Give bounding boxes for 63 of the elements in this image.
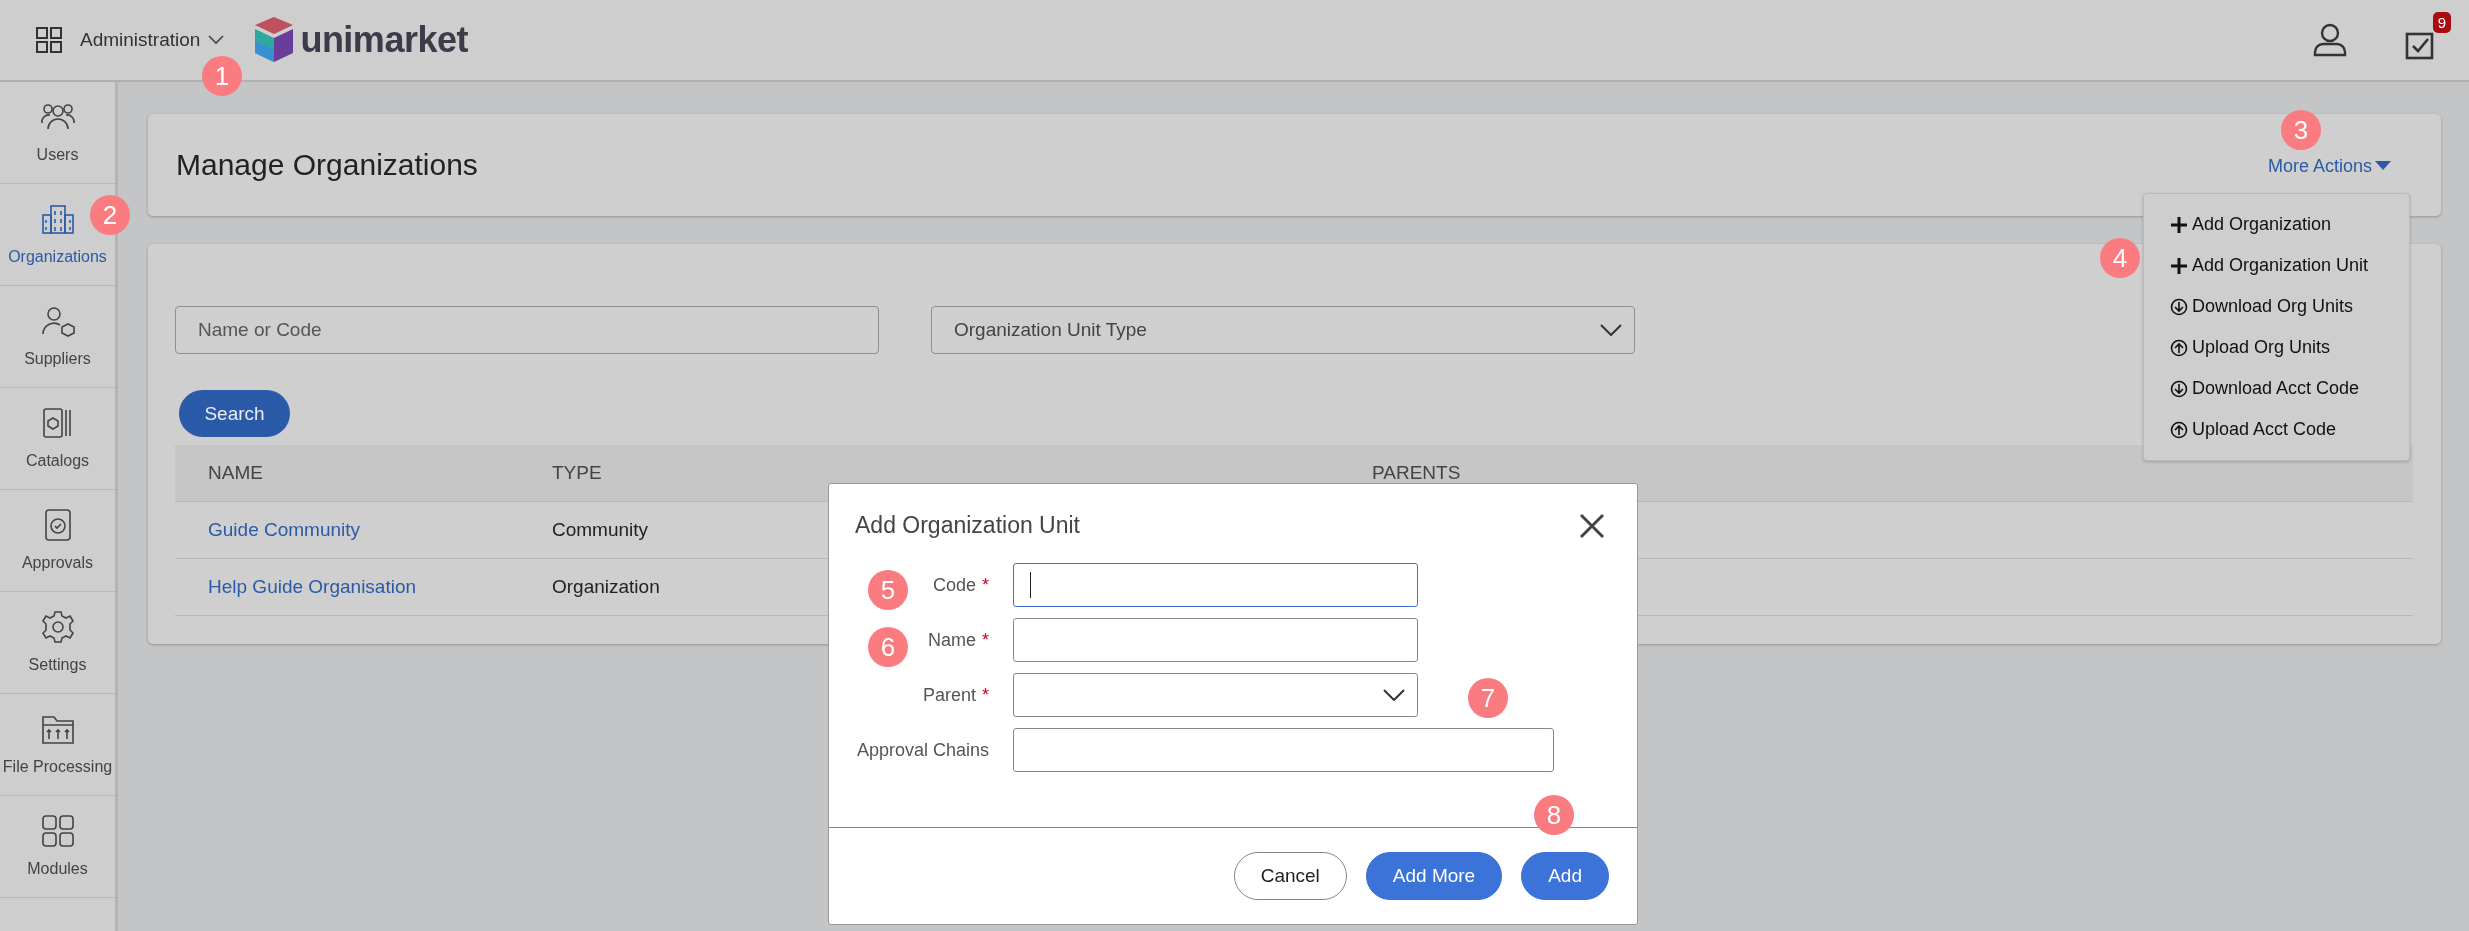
required-mark: * <box>982 574 989 596</box>
more-actions-link[interactable]: More Actions <box>2267 155 2391 177</box>
sidebar-item[interactable]: Approvals <box>0 490 115 592</box>
caret-down-icon <box>2375 161 2391 171</box>
input-field[interactable] <box>1013 618 1418 662</box>
menu-item[interactable]: Upload Org Units <box>2144 327 2409 368</box>
chevron-down-icon <box>208 35 225 45</box>
menu-item[interactable]: Download Acct Code <box>2144 368 2409 409</box>
organization-link[interactable]: Help Guide Organisation <box>208 576 417 597</box>
sidebar-item[interactable]: File Processing <box>0 694 115 796</box>
required-mark: * <box>982 684 989 706</box>
notification-badge: 9 <box>2432 12 2451 33</box>
page-title: Manage Organizations <box>176 148 478 182</box>
upload-icon <box>2170 420 2188 439</box>
input-field[interactable] <box>1013 728 1554 772</box>
column-header: TYPE <box>552 462 602 483</box>
search-button[interactable]: Search <box>179 390 290 437</box>
step-marker: 1 <box>202 56 242 96</box>
sidebar-item[interactable]: Users <box>0 82 115 184</box>
menu-item[interactable]: Add Organization <box>2144 204 2409 245</box>
step-marker: 2 <box>90 195 130 235</box>
organization-unit-type-dropdown[interactable]: Organization Unit Type <box>931 306 1635 354</box>
sidebar-item[interactable]: Catalogs <box>0 388 115 490</box>
input-field[interactable] <box>1013 563 1418 607</box>
settings-icon <box>39 608 76 645</box>
field-label: Parent <box>922 684 976 706</box>
column-header: PARENTS <box>1372 462 1461 483</box>
dialog-button[interactable]: Add <box>1521 852 1609 900</box>
tasks-checkbox-icon[interactable] <box>2405 30 2435 60</box>
table-cell: Community <box>552 519 649 540</box>
chevron-down-icon <box>1383 689 1405 701</box>
sidebar-item[interactable]: Modules <box>0 796 115 898</box>
plus-icon <box>2170 256 2188 275</box>
menu-item[interactable]: Add Organization Unit <box>2144 245 2409 286</box>
logo-icon <box>254 17 295 63</box>
table-cell: Organization <box>552 576 660 597</box>
dialog-title: Add Organization Unit <box>855 512 1080 539</box>
user-icon[interactable] <box>2313 23 2347 57</box>
menu-item[interactable]: Download Org Units <box>2144 286 2409 327</box>
close-icon[interactable] <box>1579 512 1605 539</box>
field-label: Code <box>932 574 976 596</box>
field-label: Name <box>927 629 976 651</box>
logo-text: unimarket <box>300 19 468 61</box>
sidebar-item[interactable]: Suppliers <box>0 286 115 388</box>
download-icon <box>2170 297 2188 316</box>
organization-link[interactable]: Guide Community <box>208 519 361 540</box>
administration-menu[interactable]: Administration <box>80 29 225 51</box>
step-marker: 4 <box>2100 238 2140 278</box>
field-label: Approval Chains <box>856 739 989 761</box>
name-or-code-field[interactable]: Name or Code <box>175 306 879 354</box>
apps-grid-icon[interactable] <box>36 27 62 53</box>
download-icon <box>2170 379 2188 398</box>
dialog-button[interactable]: Add More <box>1365 852 1503 900</box>
column-header: NAME <box>208 462 263 483</box>
plus-icon <box>2170 215 2188 234</box>
upload-icon <box>2170 338 2188 357</box>
sidebar-item[interactable]: Settings <box>0 592 115 694</box>
chevron-down-icon <box>1600 324 1622 336</box>
dialog-button[interactable]: Cancel <box>1233 852 1347 900</box>
grid-icon <box>39 812 76 849</box>
parent-dropdown[interactable] <box>1013 673 1418 717</box>
required-mark: * <box>982 629 989 651</box>
menu-item[interactable]: Upload Acct Code <box>2144 409 2409 450</box>
